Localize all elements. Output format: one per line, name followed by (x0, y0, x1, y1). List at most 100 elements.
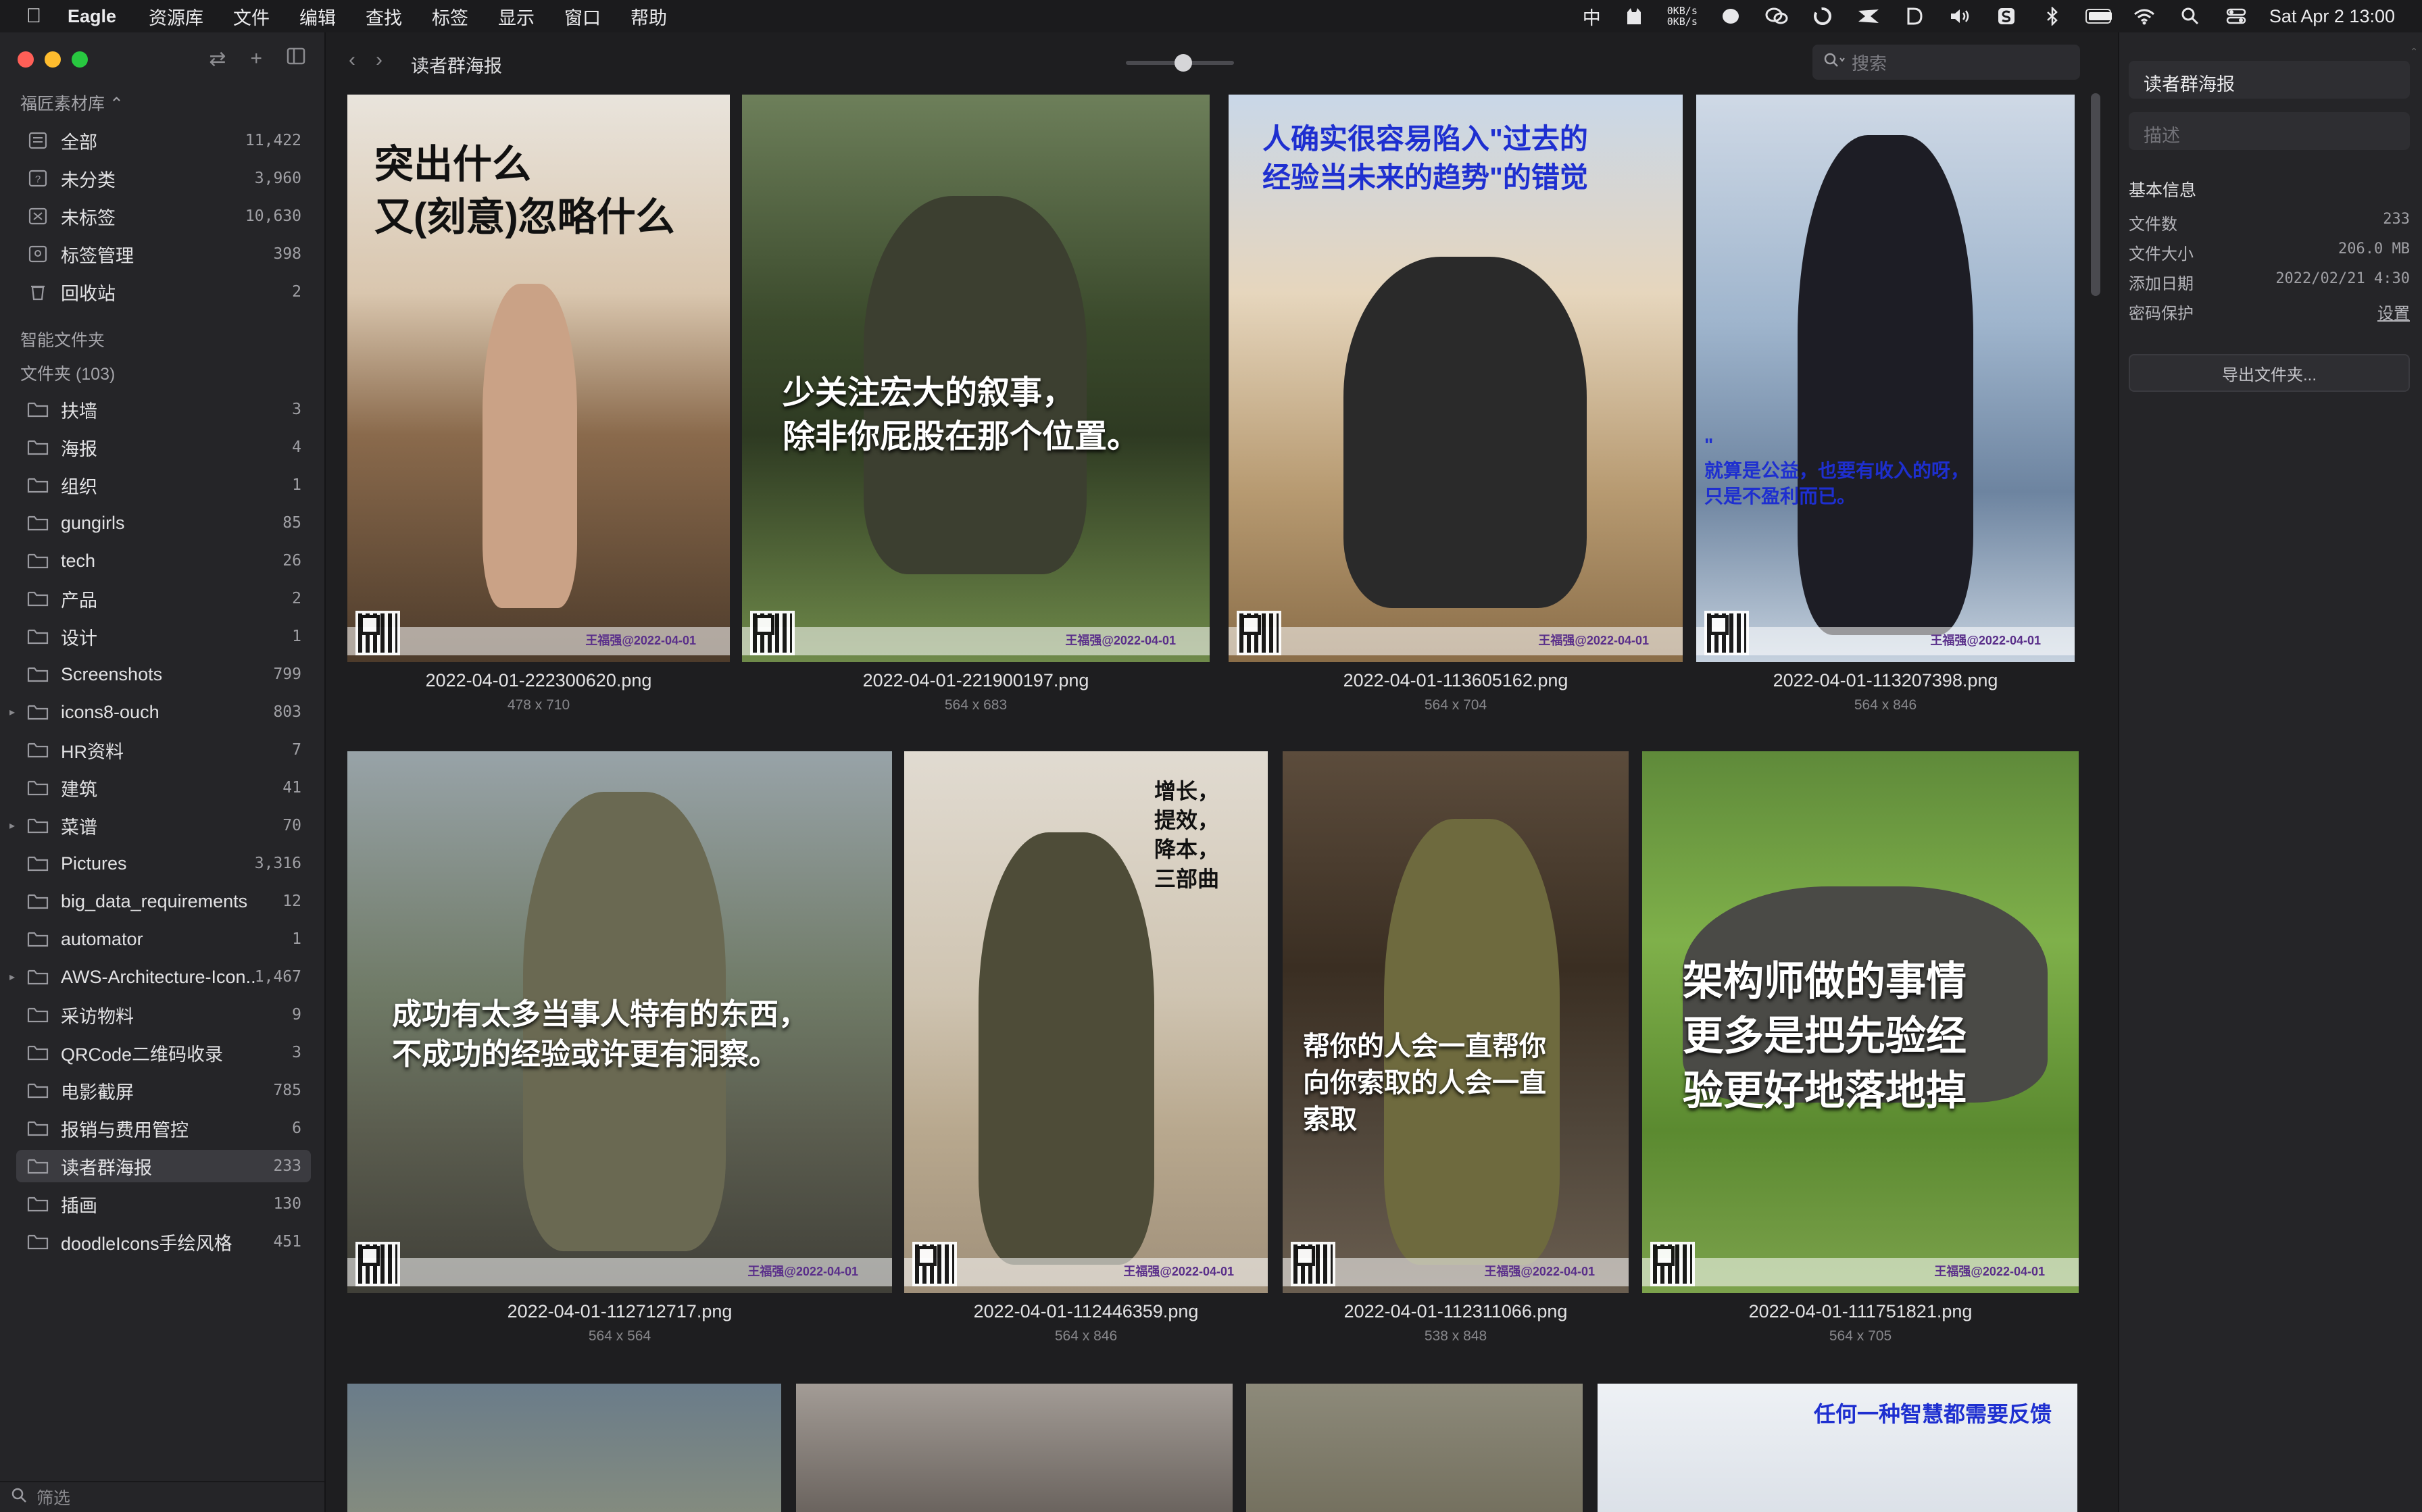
image-thumbnail[interactable]: 架构师做的事情 更多是把先验经 验更好地落地掉 王福强@2022-04-01 (1642, 751, 2079, 1293)
sidebar-folder-item[interactable]: 报销与费用管控 6 (16, 1112, 311, 1144)
file-name[interactable]: 2022-04-01-112311066.png (1253, 1301, 1658, 1322)
zoom-slider-knob[interactable] (1175, 54, 1192, 72)
menu-window[interactable]: 窗口 (564, 3, 601, 30)
s-app-icon[interactable] (1994, 6, 2019, 26)
image-thumbnail[interactable]: 突出什么 又(刻意)忽略什么 王福强@2022-04-01 (347, 95, 730, 662)
sidebar-folder-item[interactable]: gungirls 85 (16, 507, 311, 539)
sidebar-folder-item[interactable]: ▸ 菜谱 70 (9, 809, 311, 842)
add-icon[interactable]: + (250, 47, 262, 71)
export-folder-button[interactable]: 导出文件夹... (2129, 354, 2410, 392)
back-chevron-icon[interactable]: ‹ (349, 49, 355, 72)
minimize-window-button[interactable] (45, 51, 61, 68)
sidebar-filter[interactable]: 筛选 (0, 1481, 324, 1512)
library-switcher[interactable]: 福匠素材库 ⌃ (20, 91, 124, 115)
file-name[interactable]: 2022-04-01-221900197.png (773, 670, 1179, 691)
image-thumbnail[interactable] (1246, 1384, 1583, 1512)
menu-file[interactable]: 文件 (233, 3, 270, 30)
d-app-icon[interactable] (1902, 6, 1927, 26)
folders-header[interactable]: 文件夹 (103) (20, 361, 115, 385)
battery-icon[interactable] (2085, 6, 2112, 26)
sidebar-folder-item[interactable]: doodleIcons手绘风格 451 (16, 1226, 311, 1258)
menu-library[interactable]: 资源库 (149, 3, 203, 30)
image-thumbnail[interactable] (347, 1384, 781, 1512)
forward-chevron-icon[interactable]: › (376, 49, 382, 72)
close-window-button[interactable] (18, 51, 34, 68)
sidebar-folder-item[interactable]: 组织 1 (16, 469, 311, 501)
menu-tags[interactable]: 标签 (432, 3, 468, 30)
search-box[interactable]: 搜索 (1812, 45, 2080, 80)
swirl-icon[interactable] (1810, 6, 1835, 26)
menu-view[interactable]: 显示 (498, 3, 535, 30)
filter-input[interactable]: 筛选 (36, 1485, 70, 1509)
disclosure-triangle-icon[interactable]: ▸ (9, 819, 15, 832)
menu-find[interactable]: 查找 (366, 3, 402, 30)
grid-scrollbar[interactable] (2091, 93, 2100, 296)
menu-app-eagle[interactable]: Eagle (68, 6, 116, 27)
image-thumbnail[interactable]: " 就算是公益，也要有收入的呀， 只是不盈利而已。 王福强@2022-04-01 (1696, 95, 2075, 662)
zoom-window-button[interactable] (72, 51, 88, 68)
set-password-link[interactable]: 设置 (2377, 300, 2410, 324)
wifi-icon[interactable] (2131, 6, 2157, 26)
disclosure-triangle-icon[interactable]: ▸ (9, 705, 15, 719)
folder-name-field[interactable]: 读者群海报 (2129, 61, 2410, 99)
wechat-icon[interactable] (1764, 6, 1789, 26)
image-thumbnail[interactable]: 增长， 提效， 降本， 三部曲 王福强@2022-04-01 (904, 751, 1268, 1293)
sidebar-folder-item[interactable]: Screenshots 799 (16, 658, 311, 690)
sidebar-folder-item[interactable]: 建筑 41 (16, 772, 311, 804)
menu-edit[interactable]: 编辑 (299, 3, 336, 30)
menu-help[interactable]: 帮助 (631, 3, 667, 30)
file-name[interactable]: 2022-04-01-112712717.png (417, 1301, 822, 1322)
sync-icon[interactable]: ⇄ (209, 47, 226, 71)
inspector-scroll-icon[interactable]: ⌃ (2410, 46, 2418, 57)
sidebar-item-label: 回收站 (61, 283, 116, 304)
spotlight-icon[interactable] (2177, 6, 2203, 26)
file-name[interactable]: 2022-04-01-112446359.png (883, 1301, 1289, 1322)
sidebar-folder-item[interactable]: big_data_requirements 12 (16, 885, 311, 917)
sidebar-folder-item[interactable]: QRCode二维码收录 3 (16, 1036, 311, 1069)
sidebar-quick-item[interactable]: 全部 11,422 (16, 124, 311, 157)
description-field[interactable]: 描述 (2129, 112, 2410, 150)
file-name[interactable]: 2022-04-01-111751821.png (1658, 1301, 2063, 1322)
apple-menu-icon[interactable]:  (0, 5, 68, 28)
search-input[interactable]: 搜索 (1852, 50, 1887, 75)
sidebar-folder-item[interactable]: 采访物料 9 (16, 999, 311, 1031)
sidebar-quick-item[interactable]: 未标签 10,630 (16, 200, 311, 232)
cat-icon[interactable] (1621, 6, 1647, 26)
sidebar-folder-item[interactable]: ▸ icons8-ouch 803 (9, 696, 311, 728)
info-label: 添加日期 (2129, 275, 2194, 293)
sidebar-folder-item[interactable]: HR资料 7 (16, 734, 311, 766)
sidebar-folder-item[interactable]: 读者群海报 233 (16, 1150, 311, 1182)
file-name[interactable]: 2022-04-01-113605162.png (1253, 670, 1658, 691)
image-thumbnail[interactable]: 人确实很容易陷入"过去的 经验当未来的趋势"的错觉 王福强@2022-04-01 (1229, 95, 1683, 662)
sidebar-folder-item[interactable]: ▸ AWS-Architecture-Icon... 1,467 (9, 961, 311, 993)
image-thumbnail[interactable]: 帮你的人会一直帮你 向你索取的人会一直 索取 王福强@2022-04-01 (1283, 751, 1629, 1293)
sidebar-folder-item[interactable]: tech 26 (16, 545, 311, 577)
file-name[interactable]: 2022-04-01-113207398.png (1683, 670, 2088, 691)
image-thumbnail[interactable]: 成功有太多当事人特有的东西， 不成功的经验或许更有洞察。 王福强@2022-04-… (347, 751, 892, 1293)
sidebar-quick-item[interactable]: ? 未分类 3,960 (16, 162, 311, 195)
bluetooth-icon[interactable] (2040, 6, 2065, 26)
sidebar-folder-item[interactable]: 设计 1 (16, 620, 311, 653)
toggle-sidebar-icon[interactable] (287, 47, 305, 71)
image-thumbnail[interactable] (796, 1384, 1233, 1512)
volume-icon[interactable] (1948, 6, 1973, 26)
bird-icon[interactable] (1856, 6, 1881, 26)
control-center-icon[interactable] (2223, 6, 2249, 26)
sidebar-folder-item[interactable]: 插画 130 (16, 1188, 311, 1220)
qq-icon[interactable] (1718, 6, 1744, 26)
sidebar-quick-item[interactable]: 回收站 2 (16, 276, 311, 308)
smart-folders-header[interactable]: 智能文件夹 (20, 327, 105, 351)
sidebar-folder-item[interactable]: automator 1 (16, 923, 311, 955)
input-method-indicator[interactable]: 中 (1583, 3, 1601, 30)
image-thumbnail[interactable]: 任何一种智慧都需要反馈 (1598, 1384, 2077, 1512)
sidebar-folder-item[interactable]: 海报 4 (16, 431, 311, 463)
clock[interactable]: Sat Apr 2 13:00 (2269, 6, 2395, 27)
sidebar-folder-item[interactable]: 产品 2 (16, 582, 311, 615)
sidebar-folder-item[interactable]: 扶墙 3 (16, 393, 311, 426)
file-name[interactable]: 2022-04-01-222300620.png (336, 670, 741, 691)
sidebar-folder-item[interactable]: Pictures 3,316 (16, 847, 311, 880)
disclosure-triangle-icon[interactable]: ▸ (9, 970, 15, 984)
sidebar-folder-item[interactable]: 电影截屏 785 (16, 1074, 311, 1107)
sidebar-quick-item[interactable]: 标签管理 398 (16, 238, 311, 270)
image-thumbnail[interactable]: 少关注宏大的叙事， 除非你屁股在那个位置。 王福强@2022-04-01 (742, 95, 1210, 662)
